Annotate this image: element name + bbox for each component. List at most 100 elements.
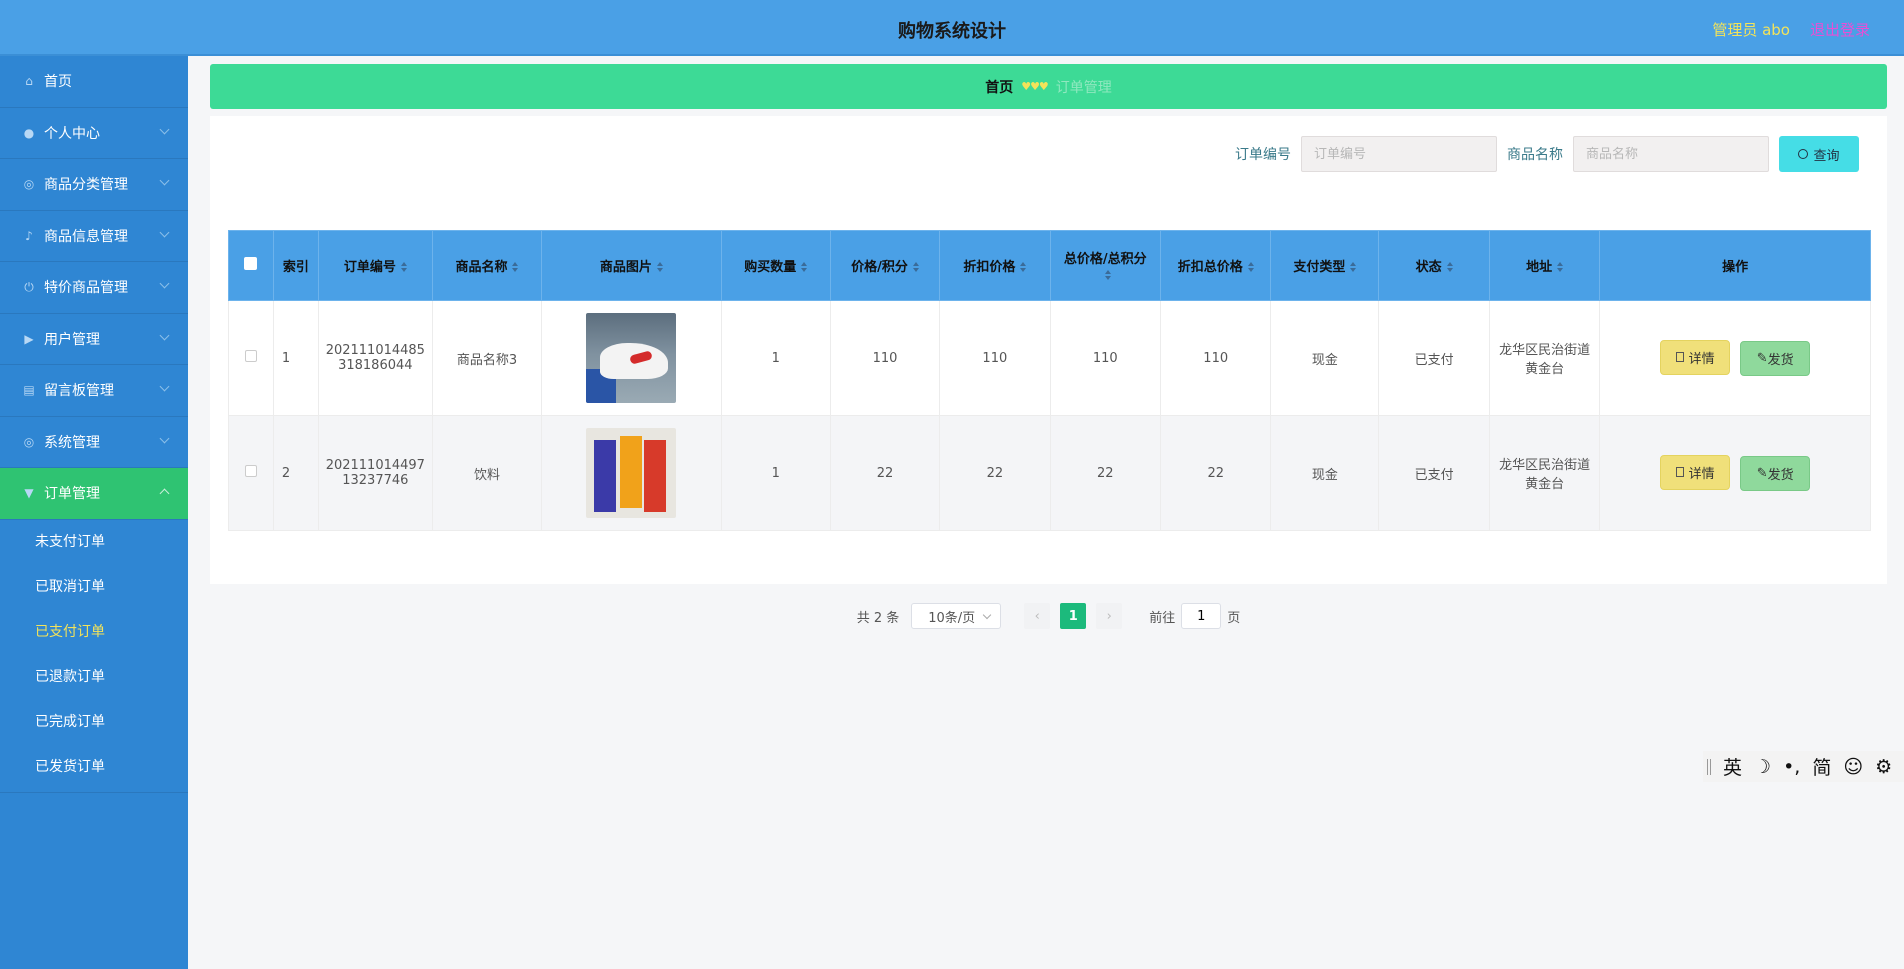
sort-icon[interactable] — [1350, 259, 1356, 275]
cell-status: 已支付 — [1378, 300, 1490, 416]
submenu-paid-orders[interactable]: 已支付订单 — [0, 610, 188, 655]
detail-button[interactable]: 详情 — [1660, 454, 1731, 490]
gear-icon[interactable]: ⚙ — [1875, 756, 1892, 778]
search-bar: 订单编号 商品名称 查询 — [1235, 136, 1859, 172]
next-page-button[interactable]: › — [1096, 603, 1123, 629]
emoji-icon[interactable]: ☺ — [1843, 756, 1863, 778]
col-header-discount-price[interactable]: 折扣价格 — [939, 230, 1051, 301]
sidebar-item-label: 首页 — [44, 74, 72, 91]
sidebar-item-home[interactable]: ⌂ 首页 — [0, 56, 188, 108]
col-header-pay-type[interactable]: 支付类型 — [1270, 230, 1380, 301]
sort-icon[interactable] — [1105, 267, 1111, 283]
ship-button[interactable]: ✎ 发货 — [1740, 341, 1811, 377]
address-line: 黄金台 — [1525, 362, 1565, 377]
detail-button[interactable]: 详情 — [1660, 339, 1731, 375]
chevron-down-icon — [159, 381, 170, 392]
order-no-line: 202111014485 — [325, 343, 425, 358]
sidebar-item-label: 用户管理 — [44, 331, 100, 348]
col-header-label: 地址 — [1526, 259, 1553, 275]
punctuation-icon[interactable]: •, — [1783, 756, 1800, 778]
ime-language-toggle[interactable]: 英 — [1723, 753, 1742, 780]
cell-status: 已支付 — [1378, 415, 1490, 531]
cell-discount-total: 110 — [1159, 300, 1272, 416]
submenu-completed-orders[interactable]: 已完成订单 — [0, 700, 188, 745]
detail-button-label: 详情 — [1688, 351, 1715, 367]
ship-button[interactable]: ✎ 发货 — [1740, 456, 1811, 492]
product-name-input[interactable] — [1573, 136, 1769, 172]
cell-discount-total: 22 — [1159, 415, 1272, 531]
product-name-label: 商品名称 — [1507, 147, 1563, 163]
cell-total-price: 110 — [1049, 300, 1162, 416]
col-header-order-no[interactable]: 订单编号 — [317, 230, 433, 301]
pagination: 共 2 条 10条/页 ‹ 1 › 前往 页 — [210, 603, 1887, 629]
logout-link[interactable]: 退出登录 — [1810, 19, 1870, 40]
drag-handle-icon[interactable] — [1707, 758, 1711, 775]
product-image-drinks[interactable] — [586, 428, 677, 518]
sidebar-item-messages[interactable]: ▤ 留言板管理 — [0, 365, 188, 417]
breadcrumb-home[interactable]: 首页 — [985, 77, 1013, 97]
submenu-unpaid-orders[interactable]: 未支付订单 — [0, 520, 188, 565]
page-suffix-label: 页 — [1227, 610, 1241, 626]
sidebar-item-label: 商品分类管理 — [44, 177, 128, 194]
moon-icon[interactable]: ☽ — [1754, 756, 1771, 778]
col-header-address[interactable]: 地址 — [1488, 230, 1601, 301]
col-header-total-price[interactable]: 总价格/总积分 — [1049, 230, 1162, 301]
submenu-shipped-orders[interactable]: 已发货订单 — [0, 745, 188, 790]
col-header-discount-total[interactable]: 折扣总价格 — [1159, 230, 1272, 301]
chevron-down-icon — [159, 124, 170, 134]
sort-icon[interactable] — [1557, 259, 1563, 275]
select-all-checkbox[interactable] — [244, 257, 258, 270]
breadcrumb-current: 订单管理 — [1055, 79, 1112, 96]
col-header-status[interactable]: 状态 — [1378, 230, 1490, 301]
sort-icon[interactable] — [801, 259, 807, 275]
col-header-product-name[interactable]: 商品名称 — [431, 230, 543, 301]
col-header-product-image[interactable]: 商品图片 — [541, 230, 722, 301]
chevron-down-icon — [159, 227, 170, 237]
sidebar-item-special[interactable]: ⏻ 特价商品管理 — [0, 262, 188, 314]
sort-icon[interactable] — [1248, 259, 1254, 275]
sort-icon[interactable] — [657, 259, 663, 275]
page-size-select[interactable]: 10条/页 — [911, 603, 1002, 629]
ime-simplified-toggle[interactable]: 简 — [1812, 753, 1831, 780]
prev-page-button[interactable]: ‹ — [1024, 603, 1051, 629]
sidebar-item-orders[interactable]: ▼ 订单管理 — [0, 468, 188, 520]
row-checkbox[interactable] — [244, 350, 257, 362]
col-header-label: 购买数量 — [744, 259, 797, 275]
cell-price: 22 — [829, 415, 941, 531]
order-no-label: 订单编号 — [1235, 147, 1291, 163]
row-checkbox[interactable] — [244, 465, 257, 477]
compass-icon: ◎ — [23, 434, 35, 449]
order-no-line: 318186044 — [338, 358, 413, 373]
submenu-refunded-orders[interactable]: 已退款订单 — [0, 655, 188, 700]
cell-index: 1 — [272, 300, 319, 416]
cell-actions: 详情 ✎ 发货 — [1599, 415, 1871, 531]
cell-pay-type: 现金 — [1270, 300, 1380, 416]
sidebar-item-users[interactable]: ▶ 用户管理 — [0, 314, 188, 365]
sort-icon[interactable] — [1447, 259, 1453, 275]
video-icon: ▶ — [24, 331, 34, 346]
submenu-cancelled-orders[interactable]: 已取消订单 — [0, 565, 188, 610]
col-header-quantity[interactable]: 购买数量 — [720, 230, 831, 301]
cell-pay-type: 现金 — [1270, 415, 1380, 531]
cell-index: 2 — [272, 415, 319, 531]
sidebar-item-system[interactable]: ◎ 系统管理 — [0, 417, 188, 468]
chevron-up-icon — [159, 488, 170, 499]
col-header-price[interactable]: 价格/积分 — [829, 230, 941, 301]
goto-page-input[interactable] — [1181, 603, 1222, 629]
sort-icon[interactable] — [512, 259, 518, 275]
search-button[interactable]: 查询 — [1779, 136, 1859, 172]
sidebar-item-product-info[interactable]: ♪ 商品信息管理 — [0, 211, 188, 262]
col-header-label: 价格/积分 — [851, 259, 908, 275]
col-header-label: 状态 — [1415, 259, 1442, 275]
sidebar-item-category[interactable]: ◎ 商品分类管理 — [0, 159, 188, 211]
sort-icon[interactable] — [401, 259, 407, 275]
page-number-button[interactable]: 1 — [1060, 603, 1087, 629]
main-content: 首页 ♥♥♥ 订单管理 订单编号 商品名称 查询 索引 订单编号 — [188, 56, 1904, 969]
product-image-sneaker[interactable] — [586, 313, 677, 403]
order-no-input[interactable] — [1301, 136, 1497, 172]
sidebar-item-profile[interactable]: ● 个人中心 — [0, 108, 188, 159]
sort-icon[interactable] — [1020, 259, 1026, 275]
ship-button-label: 发货 — [1767, 353, 1794, 369]
sort-icon[interactable] — [913, 259, 919, 275]
edit-icon: ✎ — [1756, 466, 1768, 482]
